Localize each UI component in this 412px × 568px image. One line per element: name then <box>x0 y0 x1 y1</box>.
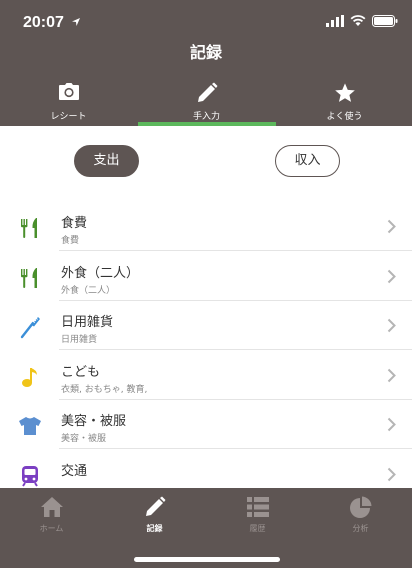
bottom-tab-analysis[interactable]: 分析 <box>309 488 412 540</box>
fork-knife-icon <box>21 268 37 288</box>
category-subtitle: 美容・被服 <box>61 434 107 444</box>
divider <box>59 250 412 251</box>
bottom-tab-label: 分析 <box>352 524 369 533</box>
category-name: 日用雑貨 <box>61 315 114 330</box>
toothbrush-icon <box>20 317 40 339</box>
bottom-tab-history[interactable]: 履歴 <box>206 488 309 540</box>
category-name: 交通 <box>61 464 88 479</box>
chevron-right-icon <box>387 318 396 333</box>
category-subtitle: 日用雑貨 <box>61 335 98 345</box>
chevron-right-icon <box>387 269 396 284</box>
tab-label: 手入力 <box>192 112 220 122</box>
pencil-icon <box>145 496 165 516</box>
chevron-right-icon <box>387 417 396 432</box>
status-bar: 20:07 <box>0 0 412 44</box>
divider <box>59 448 412 449</box>
chevron-right-icon <box>387 219 396 234</box>
category-name: こども <box>61 365 101 380</box>
category-name: 食費 <box>61 216 88 231</box>
bottom-tab-record[interactable]: 記録 <box>103 488 206 540</box>
category-subtitle: 外食（二人） <box>61 286 116 296</box>
chevron-right-icon <box>387 368 396 383</box>
tab-receipt[interactable]: レシート <box>0 78 137 126</box>
active-tab-indicator <box>138 122 276 126</box>
tab-label: よく使う <box>326 112 363 122</box>
divider <box>59 349 412 350</box>
home-icon <box>40 497 63 517</box>
category-name: 外食（二人） <box>61 266 140 281</box>
bottom-tab-home[interactable]: ホーム <box>0 488 103 540</box>
home-indicator <box>134 557 280 562</box>
tab-manual-input[interactable]: 手入力 <box>138 78 275 126</box>
fork-knife-icon <box>21 218 37 238</box>
train-icon <box>22 466 38 487</box>
music-note-icon <box>22 368 37 387</box>
signal-icon <box>326 15 344 27</box>
category-row-food[interactable]: 食費 食費 <box>0 202 412 251</box>
tab-favorites[interactable]: よく使う <box>276 78 412 126</box>
category-row-beauty-clothing[interactable]: 美容・被服 美容・被服 <box>0 400 412 449</box>
category-name: 美容・被服 <box>61 414 127 429</box>
status-time: 20:07 <box>23 14 64 31</box>
tshirt-icon <box>19 417 41 435</box>
bottom-tab-label: 履歴 <box>249 524 266 533</box>
pencil-icon <box>197 82 217 102</box>
category-subtitle: 食費 <box>61 236 80 246</box>
bottom-tab-label: ホーム <box>39 524 64 533</box>
nav-header: 記録 レシート 手入力 よく使う <box>0 44 412 126</box>
bottom-tab-bar: ホーム 記録 履歴 分析 <box>0 488 412 568</box>
tab-label: レシート <box>50 112 87 122</box>
star-icon <box>334 83 355 102</box>
category-row-kids[interactable]: こども 衣類, おもちゃ, 教育, <box>0 351 412 400</box>
category-subtitle: 衣類, おもちゃ, 教育, <box>61 385 148 395</box>
camera-icon <box>58 83 79 100</box>
chevron-right-icon <box>387 467 396 482</box>
pie-chart-icon <box>349 496 371 518</box>
category-row-dining-out[interactable]: 外食（二人） 外食（二人） <box>0 252 412 301</box>
category-row-daily-goods[interactable]: 日用雑貨 日用雑貨 <box>0 301 412 350</box>
income-toggle-button[interactable]: 収入 <box>275 145 340 177</box>
battery-icon <box>372 15 398 27</box>
status-icons <box>326 15 398 27</box>
list-icon <box>246 497 269 517</box>
wifi-icon <box>350 15 366 26</box>
expense-toggle-button[interactable]: 支出 <box>74 145 139 177</box>
bottom-tab-label: 記録 <box>146 524 163 533</box>
page-title: 記録 <box>189 43 222 62</box>
location-arrow-icon <box>72 18 80 26</box>
